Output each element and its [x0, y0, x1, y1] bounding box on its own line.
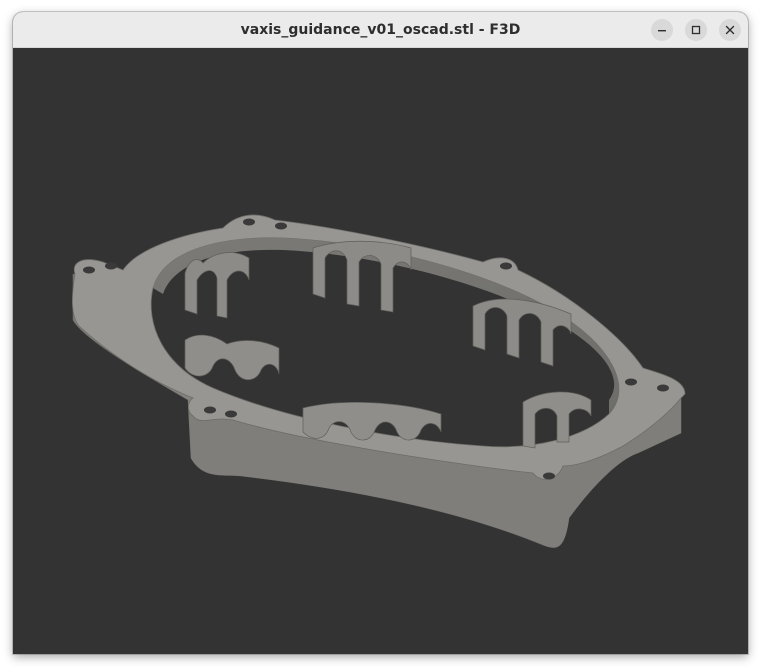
3d-viewport[interactable] — [13, 48, 748, 654]
title-bar[interactable]: vaxis_guidance_v01_oscad.stl - F3D — [13, 12, 748, 48]
close-icon — [725, 25, 735, 35]
desktop: vaxis_guidance_v01_oscad.stl - F3D — [0, 0, 762, 668]
3d-model-render[interactable] — [13, 48, 748, 654]
f3d-window: vaxis_guidance_v01_oscad.stl - F3D — [13, 12, 748, 654]
window-title: vaxis_guidance_v01_oscad.stl - F3D — [240, 22, 521, 38]
maximize-icon — [691, 25, 701, 35]
maximize-button[interactable] — [685, 19, 707, 41]
minimize-button[interactable] — [651, 19, 673, 41]
close-button[interactable] — [719, 19, 741, 41]
minimize-icon — [658, 30, 666, 32]
